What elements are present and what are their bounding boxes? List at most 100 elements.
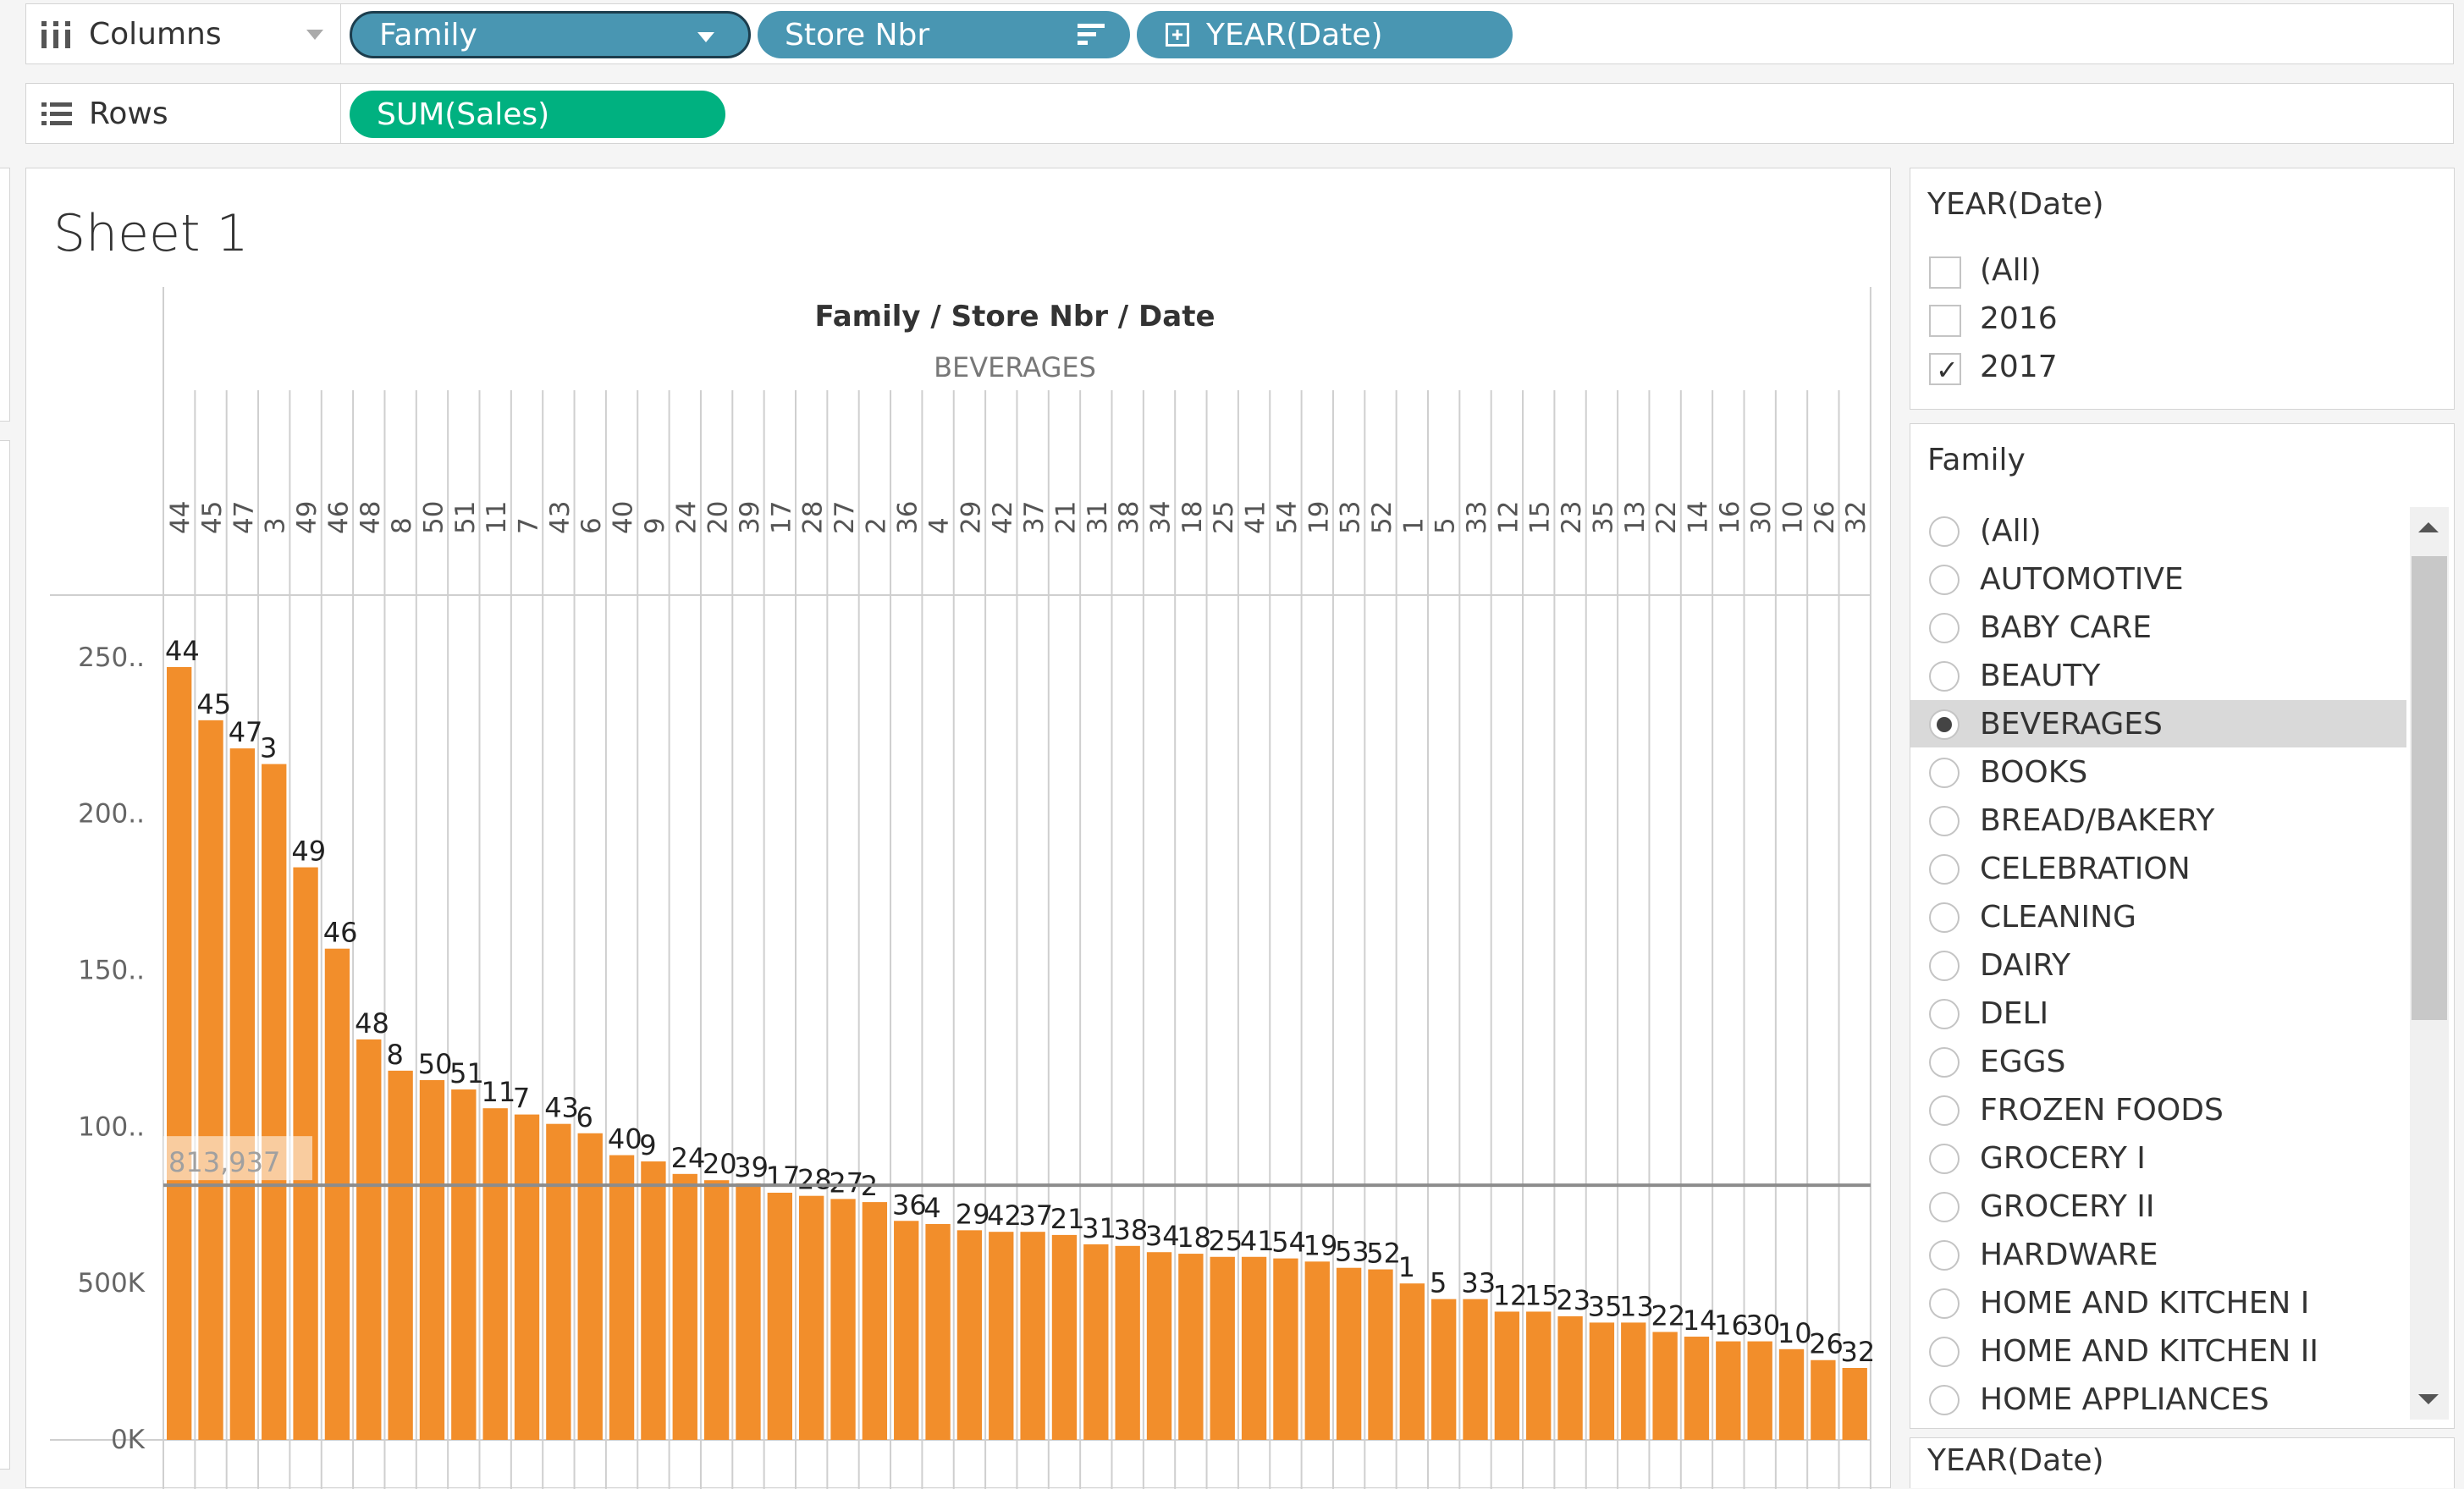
bar[interactable]: [1273, 1258, 1298, 1440]
radio-button[interactable]: [1929, 516, 1960, 547]
bar[interactable]: [1051, 1234, 1078, 1440]
radio-button[interactable]: [1929, 951, 1960, 981]
family-option[interactable]: BEAUTY: [1910, 652, 2406, 699]
family-option[interactable]: (All): [1910, 507, 2406, 554]
bar[interactable]: [388, 1070, 413, 1440]
radio-button[interactable]: [1929, 999, 1960, 1029]
expand-plus-icon[interactable]: [1166, 23, 1189, 47]
checkbox-checked[interactable]: ✓: [1929, 353, 1961, 385]
bar[interactable]: [324, 948, 350, 1440]
bar[interactable]: [1778, 1348, 1805, 1440]
bar[interactable]: [956, 1230, 983, 1440]
bar[interactable]: [198, 720, 223, 1440]
family-option[interactable]: CLEANING: [1910, 893, 2406, 940]
bar[interactable]: [1526, 1311, 1552, 1440]
radio-button[interactable]: [1929, 1095, 1960, 1126]
bar[interactable]: [1083, 1244, 1109, 1440]
family-option[interactable]: BABY CARE: [1910, 604, 2406, 651]
radio-button[interactable]: [1929, 1047, 1960, 1078]
sum-sales-pill[interactable]: SUM(Sales): [350, 91, 725, 138]
bar[interactable]: [1336, 1267, 1362, 1440]
bar[interactable]: [1368, 1269, 1393, 1440]
radio-button[interactable]: [1929, 1144, 1960, 1174]
bar[interactable]: [451, 1089, 477, 1440]
bar[interactable]: [672, 1173, 697, 1440]
family-option[interactable]: EGGS: [1910, 1038, 2406, 1085]
bar[interactable]: [482, 1108, 508, 1440]
radio-button[interactable]: [1929, 1385, 1960, 1415]
bar[interactable]: [703, 1180, 730, 1440]
bar[interactable]: [989, 1232, 1014, 1440]
radio-button[interactable]: [1929, 1337, 1960, 1367]
bar[interactable]: [356, 1039, 382, 1440]
family-scrollbar[interactable]: [2410, 507, 2449, 1420]
family-option[interactable]: DAIRY: [1910, 941, 2406, 989]
bar[interactable]: [1146, 1252, 1172, 1440]
checkbox[interactable]: [1929, 256, 1961, 289]
year-date-pill[interactable]: YEAR(Date): [1137, 11, 1513, 58]
bar[interactable]: [1621, 1322, 1646, 1440]
family-option[interactable]: BOOKS: [1910, 748, 2406, 796]
bar[interactable]: [1652, 1332, 1678, 1440]
family-option[interactable]: BEVERAGES: [1910, 700, 2406, 747]
checkbox[interactable]: [1929, 305, 1961, 337]
bar[interactable]: [1811, 1359, 1836, 1440]
bar[interactable]: [577, 1133, 603, 1440]
bar[interactable]: [1494, 1311, 1520, 1440]
bar[interactable]: [546, 1123, 571, 1440]
bar[interactable]: [262, 764, 287, 1440]
bar[interactable]: [1178, 1254, 1204, 1440]
radio-button[interactable]: [1929, 806, 1960, 836]
bar[interactable]: [1463, 1299, 1488, 1440]
radio-button[interactable]: [1929, 854, 1960, 885]
family-pill[interactable]: Family: [350, 11, 751, 58]
bar[interactable]: [1431, 1299, 1457, 1440]
radio-button[interactable]: [1929, 565, 1960, 595]
bar[interactable]: [1557, 1315, 1583, 1440]
bar-chart[interactable]: Family / Store Nbr / Date BEVERAGES 44 45…: [26, 168, 1892, 1489]
store-nbr-pill[interactable]: Store Nbr: [758, 11, 1130, 58]
family-option[interactable]: GROCERY II: [1910, 1183, 2406, 1230]
radio-button[interactable]: [1929, 1240, 1960, 1271]
radio-button[interactable]: [1929, 613, 1960, 643]
bar[interactable]: [1210, 1256, 1235, 1440]
radio-button[interactable]: [1929, 1288, 1960, 1319]
bar[interactable]: [1241, 1256, 1267, 1440]
bar[interactable]: [1842, 1367, 1867, 1440]
bar[interactable]: [1115, 1245, 1140, 1440]
bar[interactable]: [167, 667, 192, 1440]
bar[interactable]: [1716, 1341, 1741, 1440]
bar[interactable]: [1304, 1261, 1330, 1440]
bar[interactable]: [925, 1223, 951, 1440]
family-option[interactable]: HOME AND KITCHEN II: [1910, 1327, 2406, 1375]
bar[interactable]: [767, 1192, 792, 1440]
radio-button[interactable]: [1929, 902, 1960, 933]
year-option-2016[interactable]: 2016: [1910, 295, 2454, 342]
radio-button[interactable]: [1929, 758, 1960, 788]
family-option[interactable]: GROCERY I: [1910, 1134, 2406, 1182]
radio-button[interactable]: [1929, 1192, 1960, 1222]
bar[interactable]: [799, 1195, 824, 1440]
year-option-all[interactable]: (All): [1910, 246, 2454, 294]
bar[interactable]: [736, 1183, 761, 1440]
sort-descending-icon[interactable]: [1078, 22, 1106, 47]
scrollbar-thumb[interactable]: [2412, 556, 2447, 1020]
scroll-up-icon[interactable]: [2418, 522, 2439, 532]
bar[interactable]: [1020, 1232, 1045, 1440]
bar[interactable]: [1589, 1322, 1615, 1440]
radio-button[interactable]: [1929, 709, 1960, 740]
family-option[interactable]: HOME APPLIANCES: [1910, 1376, 2406, 1420]
family-option[interactable]: AUTOMOTIVE: [1910, 555, 2406, 603]
bar[interactable]: [609, 1155, 635, 1440]
family-option[interactable]: BREAD/BAKERY: [1910, 797, 2406, 844]
bar[interactable]: [1747, 1341, 1772, 1440]
scroll-down-icon[interactable]: [2418, 1394, 2439, 1404]
bar[interactable]: [894, 1221, 919, 1440]
chevron-down-icon[interactable]: [306, 30, 323, 40]
bar[interactable]: [862, 1202, 888, 1440]
bar[interactable]: [514, 1114, 540, 1440]
family-option[interactable]: DELI: [1910, 990, 2406, 1037]
chevron-down-icon[interactable]: [697, 32, 714, 42]
bar[interactable]: [1684, 1337, 1710, 1440]
family-option[interactable]: HOME AND KITCHEN I: [1910, 1279, 2406, 1326]
